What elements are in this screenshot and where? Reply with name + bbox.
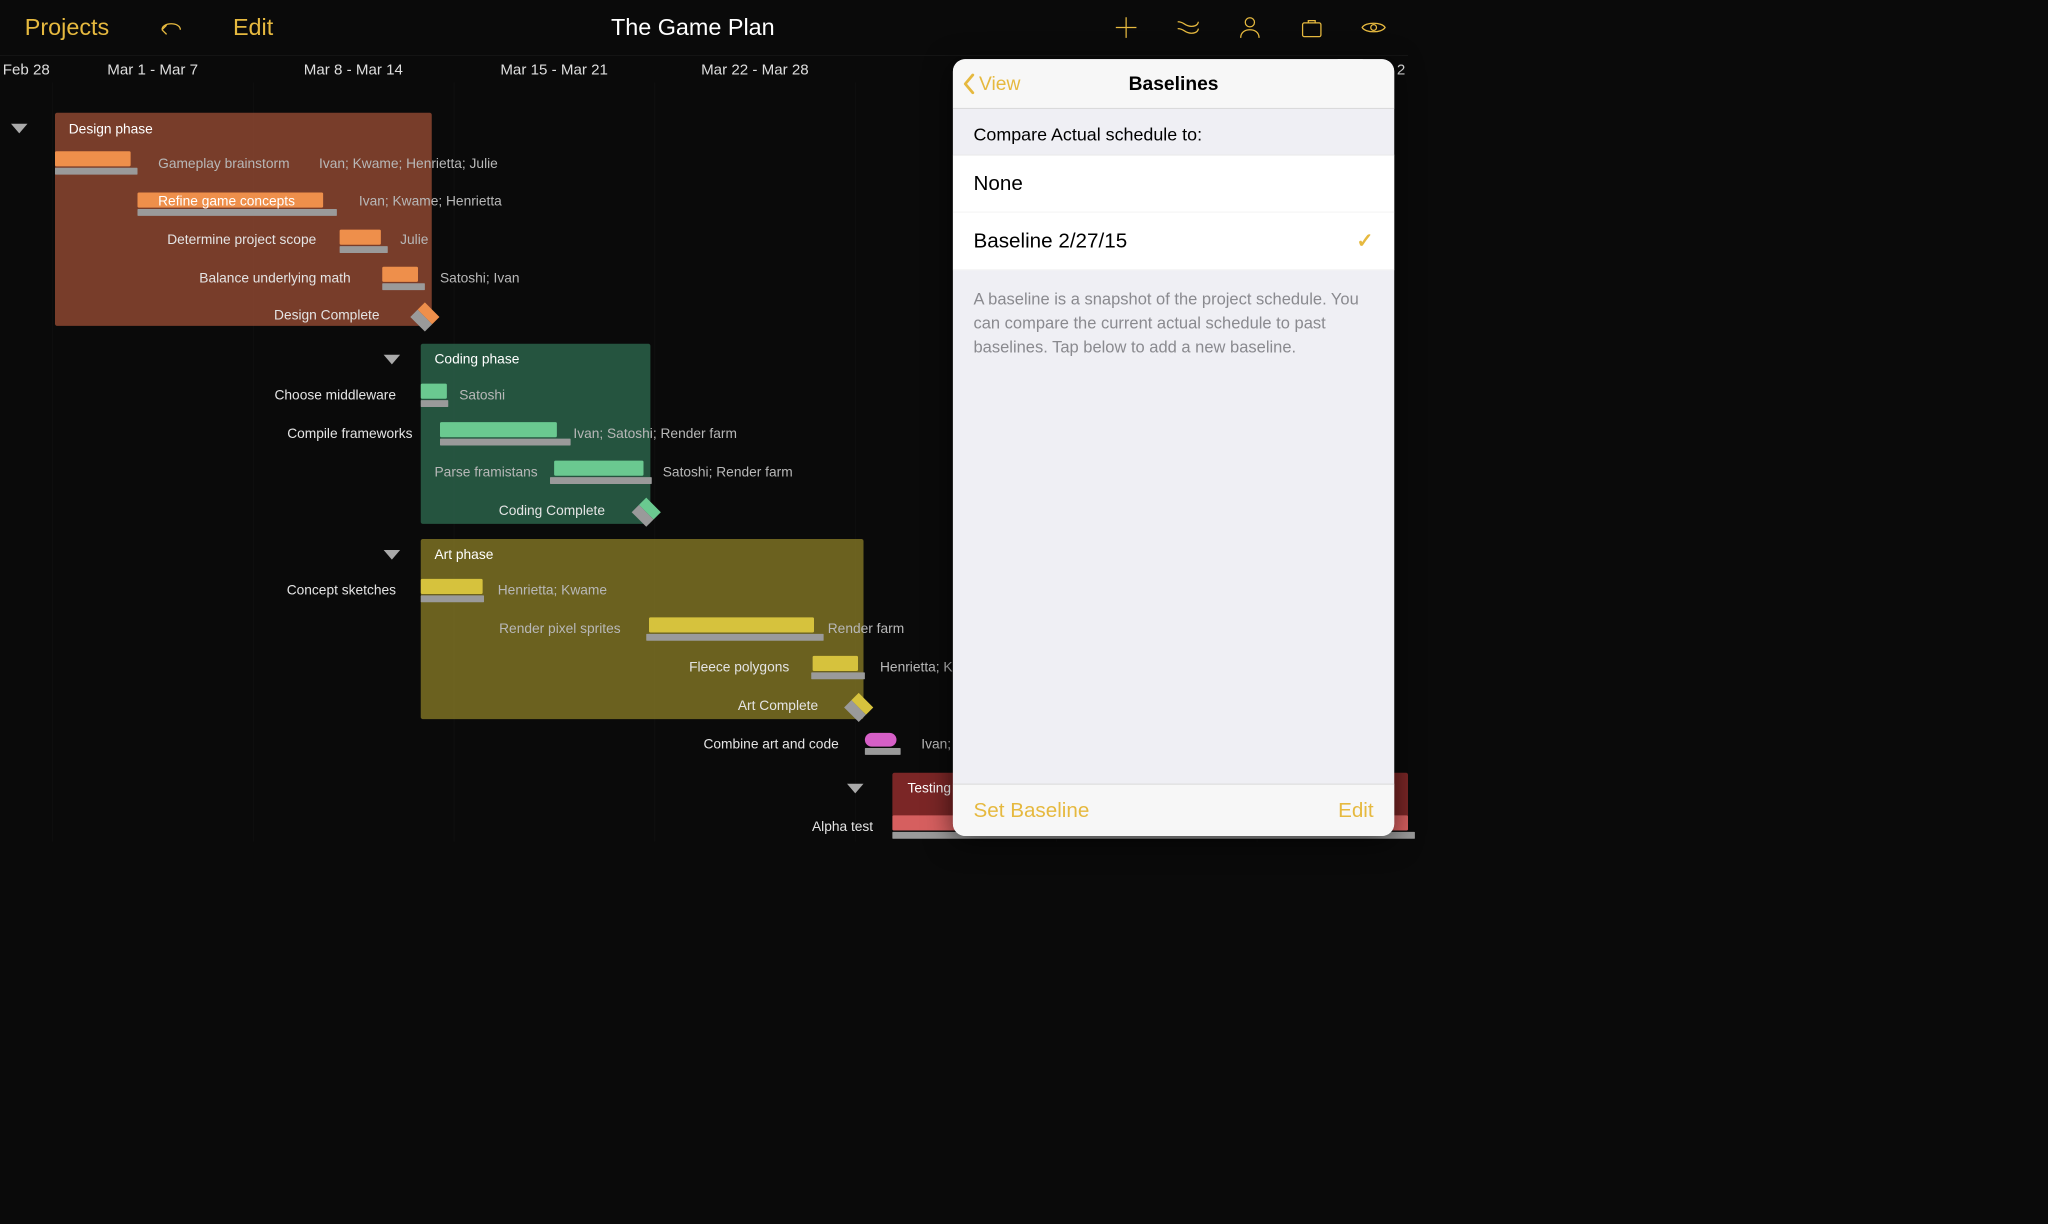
milestone-label: Coding Complete bbox=[330, 503, 605, 519]
task-label: Combine art and code bbox=[564, 737, 839, 753]
view-button[interactable] bbox=[1360, 14, 1388, 42]
option-label: Baseline 2/27/15 bbox=[974, 229, 1128, 252]
popover-hint: A baseline is a snapshot of the project … bbox=[953, 270, 1394, 378]
baseline-bar bbox=[340, 246, 388, 253]
briefcase-button[interactable] bbox=[1298, 14, 1326, 42]
baseline-bar bbox=[440, 439, 571, 446]
task-label: Render pixel sprites bbox=[499, 622, 621, 638]
week-label: Mar 15 - Mar 21 bbox=[454, 56, 655, 83]
baseline-bar bbox=[811, 672, 865, 679]
task-bar[interactable] bbox=[340, 230, 381, 245]
add-button[interactable] bbox=[1112, 14, 1140, 42]
set-baseline-button[interactable]: Set Baseline bbox=[974, 799, 1090, 822]
task-resources: Ivan; Satoshi; Render farm bbox=[573, 426, 737, 442]
task-bar[interactable] bbox=[440, 422, 557, 437]
baseline-bar bbox=[382, 283, 425, 290]
baseline-bar bbox=[138, 209, 337, 216]
projects-button[interactable]: Projects bbox=[25, 14, 109, 41]
styles-icon bbox=[1174, 14, 1202, 42]
baseline-bar bbox=[421, 595, 484, 602]
week-label: Mar 22 - Mar 28 bbox=[655, 56, 856, 83]
task-resources: Ivan; bbox=[921, 737, 951, 753]
plus-icon bbox=[1112, 14, 1140, 42]
task-bar[interactable] bbox=[813, 656, 858, 671]
group-design[interactable] bbox=[55, 113, 432, 326]
group-title: Art phase bbox=[435, 547, 494, 563]
undo-icon bbox=[157, 14, 185, 42]
popover-section-label: Compare Actual schedule to: bbox=[953, 109, 1394, 155]
task-label: Alpha test bbox=[598, 820, 873, 836]
disclosure-icon[interactable] bbox=[11, 124, 28, 134]
task-resources: Ivan; Kwame; Henrietta; Julie bbox=[319, 156, 498, 172]
task-resources: Satoshi bbox=[459, 388, 505, 404]
eye-icon bbox=[1360, 14, 1388, 42]
checkmark-icon: ✓ bbox=[1356, 229, 1373, 253]
baseline-bar bbox=[550, 477, 652, 484]
task-bar[interactable] bbox=[55, 151, 131, 166]
popover-back-label: View bbox=[979, 73, 1020, 95]
task-label: Fleece polygons bbox=[514, 660, 789, 676]
baseline-bar bbox=[421, 400, 449, 407]
baseline-bar bbox=[865, 748, 901, 755]
task-resources: Satoshi; Ivan bbox=[440, 271, 519, 287]
task-resources: Satoshi; Render farm bbox=[663, 465, 793, 481]
task-label: Balance underlying math bbox=[76, 271, 351, 287]
task-resources: Ivan; Kwame; Henrietta bbox=[359, 194, 502, 210]
option-label: None bbox=[974, 172, 1023, 195]
task-label: Refine game concepts bbox=[158, 194, 295, 210]
task-bar[interactable] bbox=[421, 579, 483, 594]
milestone-label: Art Complete bbox=[543, 699, 818, 715]
task-label: Determine project scope bbox=[41, 232, 316, 248]
week-label: Feb 28 bbox=[0, 56, 52, 83]
task-label: Gameplay brainstorm bbox=[158, 156, 289, 172]
disclosure-icon[interactable] bbox=[384, 355, 401, 365]
task-bar[interactable] bbox=[554, 461, 643, 476]
resources-button[interactable] bbox=[1236, 14, 1264, 42]
task-bar[interactable] bbox=[865, 733, 897, 747]
task-label: Compile frameworks bbox=[138, 426, 413, 442]
group-title: Design phase bbox=[69, 122, 153, 138]
popover-back-button[interactable]: View bbox=[963, 73, 1021, 95]
baseline-option-none[interactable]: None bbox=[953, 155, 1394, 213]
task-resources: Render farm bbox=[828, 622, 904, 638]
task-resources: Julie bbox=[400, 232, 428, 248]
task-label: Choose middleware bbox=[121, 388, 396, 404]
task-bar[interactable] bbox=[421, 384, 447, 399]
baseline-bar bbox=[55, 168, 138, 175]
task-label: Concept sketches bbox=[121, 583, 396, 599]
disclosure-icon[interactable] bbox=[384, 550, 401, 560]
undo-button[interactable] bbox=[157, 14, 185, 42]
edit-button[interactable]: Edit bbox=[233, 14, 273, 41]
group-title: Coding phase bbox=[435, 352, 520, 368]
milestone-label: Design Complete bbox=[105, 308, 380, 324]
task-bar[interactable] bbox=[649, 617, 814, 632]
chevron-left-icon bbox=[963, 73, 975, 94]
document-title: The Game Plan bbox=[273, 14, 1112, 41]
week-label: Mar 1 - Mar 7 bbox=[52, 56, 253, 83]
briefcase-icon bbox=[1298, 14, 1326, 42]
styles-button[interactable] bbox=[1174, 14, 1202, 42]
baseline-option-selected[interactable]: Baseline 2/27/15 ✓ bbox=[953, 212, 1394, 270]
task-resources: Henrietta; K bbox=[880, 660, 953, 676]
popover-edit-button[interactable]: Edit bbox=[1338, 799, 1374, 822]
baselines-popover: View Baselines Compare Actual schedule t… bbox=[953, 59, 1394, 836]
task-bar[interactable] bbox=[382, 267, 418, 282]
task-resources: Henrietta; Kwame bbox=[498, 583, 607, 599]
task-label: Parse framistans bbox=[435, 465, 538, 481]
disclosure-icon[interactable] bbox=[847, 784, 864, 794]
baseline-bar bbox=[646, 634, 823, 641]
person-icon bbox=[1236, 14, 1264, 42]
week-label: Mar 8 - Mar 14 bbox=[253, 56, 454, 83]
